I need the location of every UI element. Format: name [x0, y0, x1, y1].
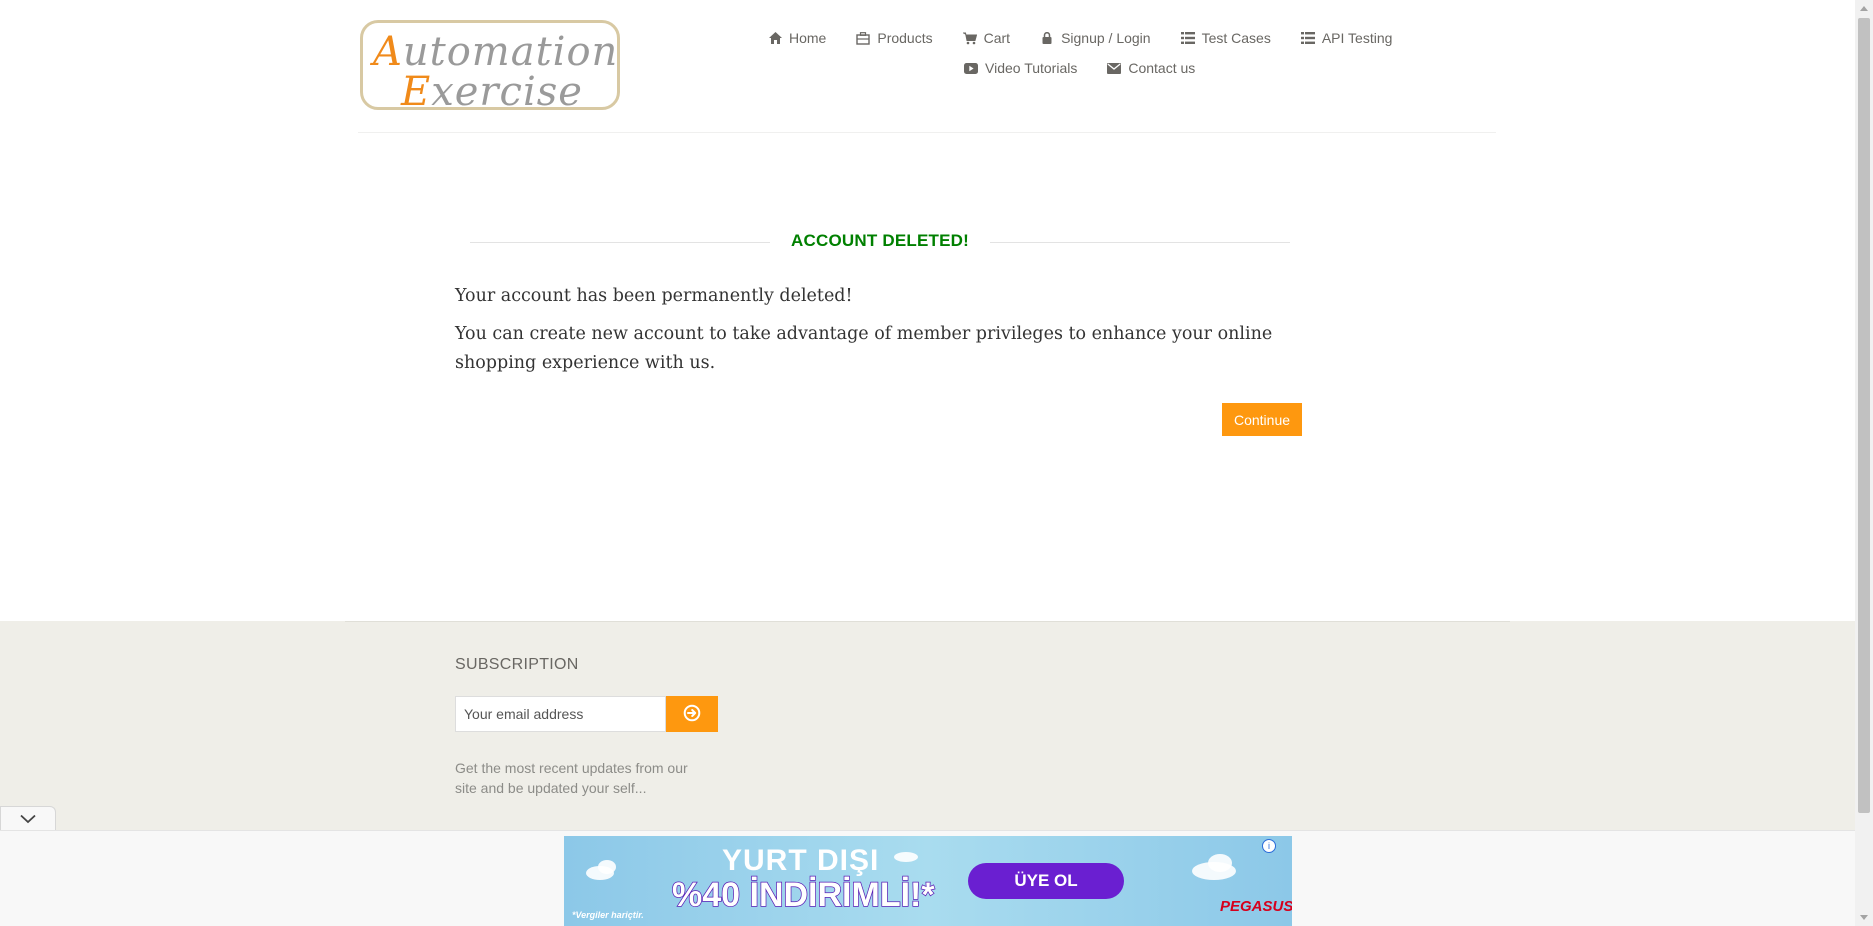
arrow-circle-right-icon [683, 704, 701, 725]
page-title: ACCOUNT DELETED! [791, 231, 969, 250]
nav-api-testing-label: API Testing [1321, 30, 1393, 46]
footer-top-divider [345, 621, 1510, 622]
subscription-description: Get the most recent updates from our sit… [455, 760, 688, 796]
nav-contact-us[interactable]: Contact us [1107, 60, 1195, 76]
site-header: Automation Exercise Home Products Cart S… [0, 0, 1855, 134]
nav-test-cases-label: Test Cases [1201, 30, 1271, 46]
list-icon [1180, 31, 1195, 45]
ad-headline: YURT DIŞI [722, 844, 880, 877]
advertisement-banner[interactable]: YURT DIŞI %40 İNDİRİMLİ!* ÜYE OL *Vergil… [564, 836, 1292, 926]
subscription-title: SUBSCRIPTION [455, 656, 579, 673]
logo-line-2: Exercise [401, 69, 583, 115]
nav-test-cases[interactable]: Test Cases [1180, 30, 1271, 46]
ad-signup-button[interactable]: ÜYE OL [968, 863, 1124, 899]
nav-products-label: Products [877, 30, 933, 46]
products-icon [856, 31, 871, 45]
header-divider [358, 132, 1496, 133]
ad-footnote: *Vergiler hariçtir. [572, 910, 644, 920]
vertical-scrollbar[interactable] [1855, 0, 1873, 926]
deleted-message: Your account has been permanently delete… [455, 286, 853, 306]
scroll-up-arrow-icon[interactable] [1855, 0, 1873, 17]
chevron-down-icon [20, 811, 36, 829]
nav-video-tutorials-label: Video Tutorials [985, 60, 1078, 76]
ad-collapse-toggle[interactable] [0, 806, 56, 832]
nav-api-testing[interactable]: API Testing [1300, 30, 1393, 46]
ad-offer: %40 İNDİRİMLİ!* [671, 875, 935, 915]
nav-products[interactable]: Products [856, 30, 933, 46]
scroll-down-arrow-icon[interactable] [1855, 909, 1873, 926]
home-icon [768, 31, 782, 45]
cart-icon [962, 31, 977, 45]
cloud-decoration [1208, 854, 1232, 872]
main-nav-row-1: Home Products Cart Signup / Login Test C… [768, 30, 1422, 46]
site-logo[interactable]: Automation Exercise [360, 20, 620, 115]
create-account-message: You can create new account to take advan… [455, 324, 1273, 373]
nav-signup-login-label: Signup / Login [1061, 30, 1151, 46]
list-icon [1300, 31, 1315, 45]
nav-contact-us-label: Contact us [1128, 60, 1196, 76]
nav-cart-label: Cart [983, 30, 1011, 46]
lock-icon [1040, 31, 1054, 45]
cloud-decoration [894, 852, 918, 862]
subscribe-email-input[interactable] [455, 696, 666, 732]
envelope-icon [1107, 61, 1122, 75]
main-nav-row-2: Video Tutorials Contact us [964, 60, 1225, 76]
nav-cart[interactable]: Cart [962, 30, 1011, 46]
nav-signup-login[interactable]: Signup / Login [1040, 30, 1151, 46]
ad-info-icon[interactable]: i [1262, 839, 1276, 853]
cloud-decoration [598, 860, 616, 874]
scrollbar-thumb[interactable] [1858, 18, 1870, 813]
youtube-play-icon [964, 61, 978, 75]
subscribe-button[interactable] [666, 696, 718, 732]
nav-home-label: Home [789, 30, 827, 46]
nav-home[interactable]: Home [768, 30, 826, 46]
ad-brand-logo: PEGASUS [1220, 898, 1292, 915]
continue-button[interactable]: Continue [1222, 403, 1302, 436]
nav-video-tutorials[interactable]: Video Tutorials [964, 60, 1077, 76]
account-deleted-title-row: ACCOUNT DELETED! [470, 230, 1290, 254]
title-right-rule [990, 242, 1290, 243]
page: Automation Exercise Home Products Cart S… [0, 0, 1855, 926]
